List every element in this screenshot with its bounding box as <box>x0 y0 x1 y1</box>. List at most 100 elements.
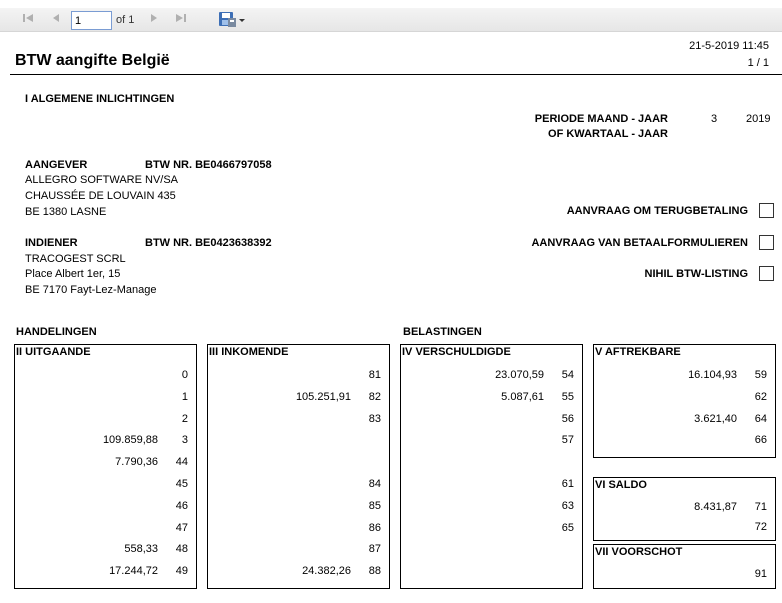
box-row: 57 <box>401 434 582 448</box>
box-row: 87 <box>208 543 389 557</box>
report-toolbar: of 1 <box>0 0 782 38</box>
box-title: V AFTREKBARE <box>595 346 681 358</box>
row-code: 49 <box>175 565 188 578</box>
next-page-icon[interactable] <box>146 11 162 27</box>
aangever-label: AANGEVER <box>25 159 88 171</box>
box-row: 46 <box>15 500 196 514</box>
row-code: 54 <box>561 369 574 381</box>
row-amount: 5.087,61 <box>501 390 544 403</box>
box-row <box>208 456 389 470</box>
box-aftrekbare: V AFTREKBARE 16.104,93 59 62 3.621,40 64 66 <box>593 344 776 458</box>
row-code: 62 <box>754 390 767 403</box>
indiener-label: INDIENER <box>25 237 78 249</box>
box-row: 81 <box>208 369 389 383</box>
box-row: 83 <box>208 413 389 427</box>
belastingen-title: BELASTINGEN <box>403 326 482 338</box>
row-amount: 23.070,59 <box>495 369 544 381</box>
box-row: 3.621,40 64 <box>594 413 775 427</box>
report-page-count: 1 / 1 <box>747 57 769 69</box>
section-general-title: I ALGEMENE INLICHTINGEN <box>25 93 175 105</box>
first-page-icon[interactable] <box>20 11 36 27</box>
box-row: 17.244,72 49 <box>15 565 196 579</box>
box-saldo: VI SALDO 8.431,87 71 72 <box>593 477 776 541</box>
box-row: 65 <box>401 522 582 536</box>
row-code: 91 <box>754 568 767 580</box>
row-code: 66 <box>754 434 767 447</box>
period-year: 2019 <box>746 113 771 125</box>
box-row: 1 <box>15 391 196 405</box>
row-code: 57 <box>561 434 574 447</box>
box-row: 45 <box>15 478 196 492</box>
page-of-label: of 1 <box>116 14 135 26</box>
box-row: 85 <box>208 500 389 514</box>
save-export-icon[interactable] <box>218 10 246 30</box>
box-verschuldigde: IV VERSCHULDIGDE 23.070,59 54 5.087,61 55 56… <box>400 344 583 589</box>
row-code: 59 <box>754 369 767 381</box>
last-page-icon[interactable] <box>173 11 189 27</box>
row-amount: 24.382,26 <box>302 565 351 578</box>
aangever-btw: BTW NR. BE0466797058 <box>145 159 272 171</box>
checkbox-nihil-listing[interactable] <box>759 266 774 281</box>
box-row: 16.104,93 59 <box>594 369 775 383</box>
box-row: 5.087,61 55 <box>401 391 582 405</box>
row-code: 82 <box>368 390 381 403</box>
indiener-btw: BTW NR. BE0423638392 <box>145 237 272 249</box>
row-code: 0 <box>181 369 188 381</box>
row-code: 72 <box>754 521 767 533</box>
row-code: 65 <box>561 521 574 534</box>
box-title: III INKOMENDE <box>209 346 289 358</box>
row-code: 48 <box>175 543 188 556</box>
row-code: 46 <box>175 499 188 512</box>
row-amount: 16.104,93 <box>688 369 737 381</box>
checkbox-betaalformulieren[interactable] <box>759 235 774 250</box>
box-row: 91 <box>594 568 775 582</box>
box-row: 2 <box>15 413 196 427</box>
row-code: 88 <box>368 565 381 578</box>
checkbox-label-terugbetaling: AANVRAAG OM TERUGBETALING <box>566 205 748 217</box>
box-row: 24.382,26 88 <box>208 565 389 579</box>
box-row: 61 <box>401 478 582 492</box>
box-title: IV VERSCHULDIGDE <box>402 346 511 358</box>
box-row <box>208 434 389 448</box>
page-number-input[interactable] <box>71 11 112 30</box>
row-code: 45 <box>175 478 188 490</box>
kwartaal-label: OF KWARTAAL - JAAR <box>548 128 668 140</box>
box-row: 105.251,91 82 <box>208 391 389 405</box>
row-code: 44 <box>175 456 188 469</box>
row-code: 56 <box>561 412 574 425</box>
row-amount: 109.859,88 <box>102 434 158 447</box>
checkbox-terugbetaling[interactable] <box>759 203 774 218</box>
row-amount: 105.251,91 <box>295 390 351 403</box>
box-row: 62 <box>594 391 775 405</box>
row-code: 2 <box>181 412 188 425</box>
row-code: 86 <box>368 521 381 534</box>
box-row: 56 <box>401 413 582 427</box>
aangever-line: ALLEGRO SOFTWARE NV/SA <box>25 174 179 186</box>
box-inkomende: III INKOMENDE 81 105.251,91 82 83 84 85 86 87 24… <box>207 344 390 589</box>
period-month: 3 <box>711 113 718 125</box>
header-divider <box>10 74 782 75</box>
box-row: 8.431,87 71 <box>594 501 775 515</box>
box-voorschot: VII VOORSCHOT 91 <box>593 544 776 589</box>
box-row: 47 <box>15 522 196 536</box>
row-amount: 17.244,72 <box>109 565 158 578</box>
checkbox-label-nihil: NIHIL BTW-LISTING <box>644 268 748 280</box>
box-row: 109.859,88 3 <box>15 434 196 448</box>
box-row: 558,33 48 <box>15 543 196 557</box>
indiener-line: Place Albert 1er, 15 <box>25 268 121 280</box>
row-amount: 558,33 <box>124 543 158 556</box>
row-code: 1 <box>181 390 188 403</box>
row-code: 85 <box>368 499 381 512</box>
box-row: 66 <box>594 434 775 448</box>
box-row: 72 <box>594 521 775 535</box>
box-row: 86 <box>208 522 389 536</box>
indiener-line: TRACOGEST SCRL <box>25 253 126 265</box>
row-code: 64 <box>754 412 767 425</box>
box-row: 23.070,59 54 <box>401 369 582 383</box>
row-code: 71 <box>754 501 767 513</box>
report-title: BTW aangifte België <box>15 52 170 69</box>
box-title: VII VOORSCHOT <box>595 546 683 558</box>
previous-page-icon[interactable] <box>48 11 64 27</box>
box-title: II UITGAANDE <box>16 346 91 358</box>
box-row: 84 <box>208 478 389 492</box>
